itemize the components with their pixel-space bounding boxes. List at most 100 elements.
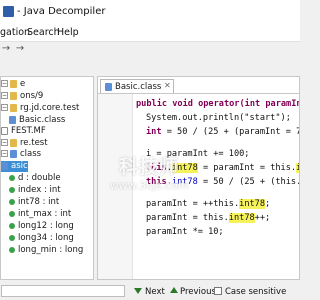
tree-item-label: Basic.class [19, 115, 66, 125]
tree-item-label: int_max : int [18, 209, 72, 219]
code-token: ++; [254, 213, 271, 223]
toolbar: → → [0, 42, 300, 57]
window-title: - Java Decompiler [17, 6, 106, 17]
tree-item[interactable]: int_max : int [1, 209, 71, 220]
class-file-icon [1, 161, 8, 170]
tree-item[interactable]: int78 : int [1, 197, 59, 208]
tree-item-label: d : double [18, 173, 61, 183]
line-number-gutter [98, 94, 133, 279]
code-line: public void operator(int paramInt) { [136, 99, 299, 109]
previous-arrow-icon[interactable] [170, 287, 178, 293]
file-tree: − e − ons/9− rg.jd.core.test Basic.class FEST.… [0, 76, 94, 280]
field-icon [9, 210, 15, 217]
folder-icon [10, 79, 17, 88]
field-icon [9, 234, 15, 241]
code-token: int [146, 127, 162, 137]
folder-icon [10, 103, 17, 112]
code-token: = 50 / (25 + (this. [197, 177, 300, 187]
code-token: int78 [171, 163, 198, 173]
class-file-icon [105, 83, 112, 91]
find-input[interactable] [1, 285, 125, 297]
code-token: this [146, 163, 167, 173]
code-line: this.int78 = paramInt = this.int [146, 163, 299, 173]
code-line: paramInt = this.int78++; [146, 213, 270, 223]
tree-item[interactable]: − class [1, 149, 41, 160]
tree-item-label: rg.jd.core.test [20, 103, 80, 113]
tree-item-label: re.test [20, 138, 48, 148]
title-bar: - Java Decompiler [0, 0, 300, 24]
field-icon [9, 246, 15, 253]
menu-bar: gation Search Help [0, 24, 300, 42]
code-token: int78 [171, 177, 198, 187]
field-icon [9, 198, 15, 205]
tree-item[interactable]: Basic.class [1, 115, 65, 126]
close-icon[interactable]: ✕ [164, 81, 171, 90]
code-token: paramInt = ++this. [146, 199, 240, 209]
folder-icon [10, 138, 17, 147]
app-icon [3, 6, 14, 17]
tree-item-label: ons/9 [20, 91, 44, 101]
tree-item[interactable]: long12 : long [1, 221, 74, 232]
code-token: = 50 / (25 + (paramInt = 7 [161, 127, 300, 137]
code-token: int78 [228, 213, 255, 223]
field-icon [9, 222, 15, 229]
menu-navigation[interactable]: gation [0, 27, 30, 38]
menu-search[interactable]: Search [27, 27, 60, 38]
code-token: public void operator(int paramInt) { [136, 99, 299, 109]
tree-item[interactable]: long_min : long [1, 245, 83, 256]
tree-item[interactable]: d : double [1, 173, 61, 184]
tree-item[interactable]: long34 : long [1, 233, 74, 244]
code-line: paramInt = ++this.int78; [146, 199, 270, 209]
tree-item[interactable]: FEST.MF [1, 126, 46, 137]
code-line: int = 50 / (25 + (paramInt = 7 [146, 127, 300, 137]
collapse-toggle-icon[interactable]: − [1, 139, 8, 146]
tree-item-label: int78 : int [18, 197, 60, 207]
previous-button[interactable]: Previous [180, 287, 216, 297]
tab-basic-class[interactable]: Basic.class ✕ [100, 79, 174, 93]
tree-item[interactable]: − rg.jd.core.test [1, 103, 79, 114]
field-icon [9, 186, 15, 193]
collapse-toggle-icon[interactable]: − [1, 104, 8, 111]
tree-item[interactable]: − e [1, 79, 25, 90]
tree-item-label: index : int [18, 185, 61, 195]
code-token: i = paramInt += 100; [146, 149, 250, 159]
file-icon [1, 126, 8, 135]
tree-item-label: asic [11, 161, 28, 171]
tree-item-label: class [20, 149, 42, 159]
case-sensitive-checkbox[interactable] [214, 287, 222, 295]
tree-item-label: long12 : long [18, 221, 74, 231]
menu-help[interactable]: Help [57, 27, 79, 38]
tree-item[interactable]: − re.test [1, 138, 48, 149]
tree-item-label: long34 : long [18, 233, 74, 243]
forward-arrow-icon[interactable]: → [14, 43, 26, 55]
code-line: i = paramInt += 100; [146, 149, 249, 159]
code-token: = paramInt = this. [197, 163, 297, 173]
class-file-icon [9, 115, 16, 124]
code-token: ; [265, 199, 271, 209]
code-editor: Basic.class ✕ public void operator(int p… [97, 76, 300, 280]
collapse-toggle-icon[interactable]: − [1, 150, 8, 157]
tree-item[interactable]: − ons/9 [1, 91, 43, 102]
code-line: paramInt *= 10; [146, 227, 224, 237]
collapse-toggle-icon[interactable]: − [1, 92, 8, 99]
tree-item-label: long_min : long [18, 245, 84, 255]
code-token: this [146, 177, 167, 187]
code-token: int78 [239, 199, 266, 209]
case-sensitive-label: Case sensitive [225, 287, 287, 297]
tree-item[interactable]: asic [1, 161, 28, 172]
code-line: System.out.println("start"); [146, 113, 291, 123]
class-file-icon [10, 149, 17, 158]
tree-item-label: FEST.MF [11, 126, 46, 136]
tree-item-label: e [20, 79, 26, 89]
folder-icon [10, 91, 17, 100]
tab-label: Basic.class [115, 82, 162, 92]
code-token: paramInt *= 10; [146, 227, 224, 237]
next-arrow-icon[interactable] [134, 288, 142, 294]
next-button[interactable]: Next [145, 287, 165, 297]
code-token: int [296, 163, 299, 173]
code-line: this.int78 = 50 / (25 + (this.int [146, 177, 300, 187]
field-icon [9, 174, 15, 181]
collapse-toggle-icon[interactable]: − [1, 80, 8, 87]
back-arrow-icon[interactable]: → [0, 43, 12, 55]
tree-item[interactable]: index : int [1, 185, 61, 196]
